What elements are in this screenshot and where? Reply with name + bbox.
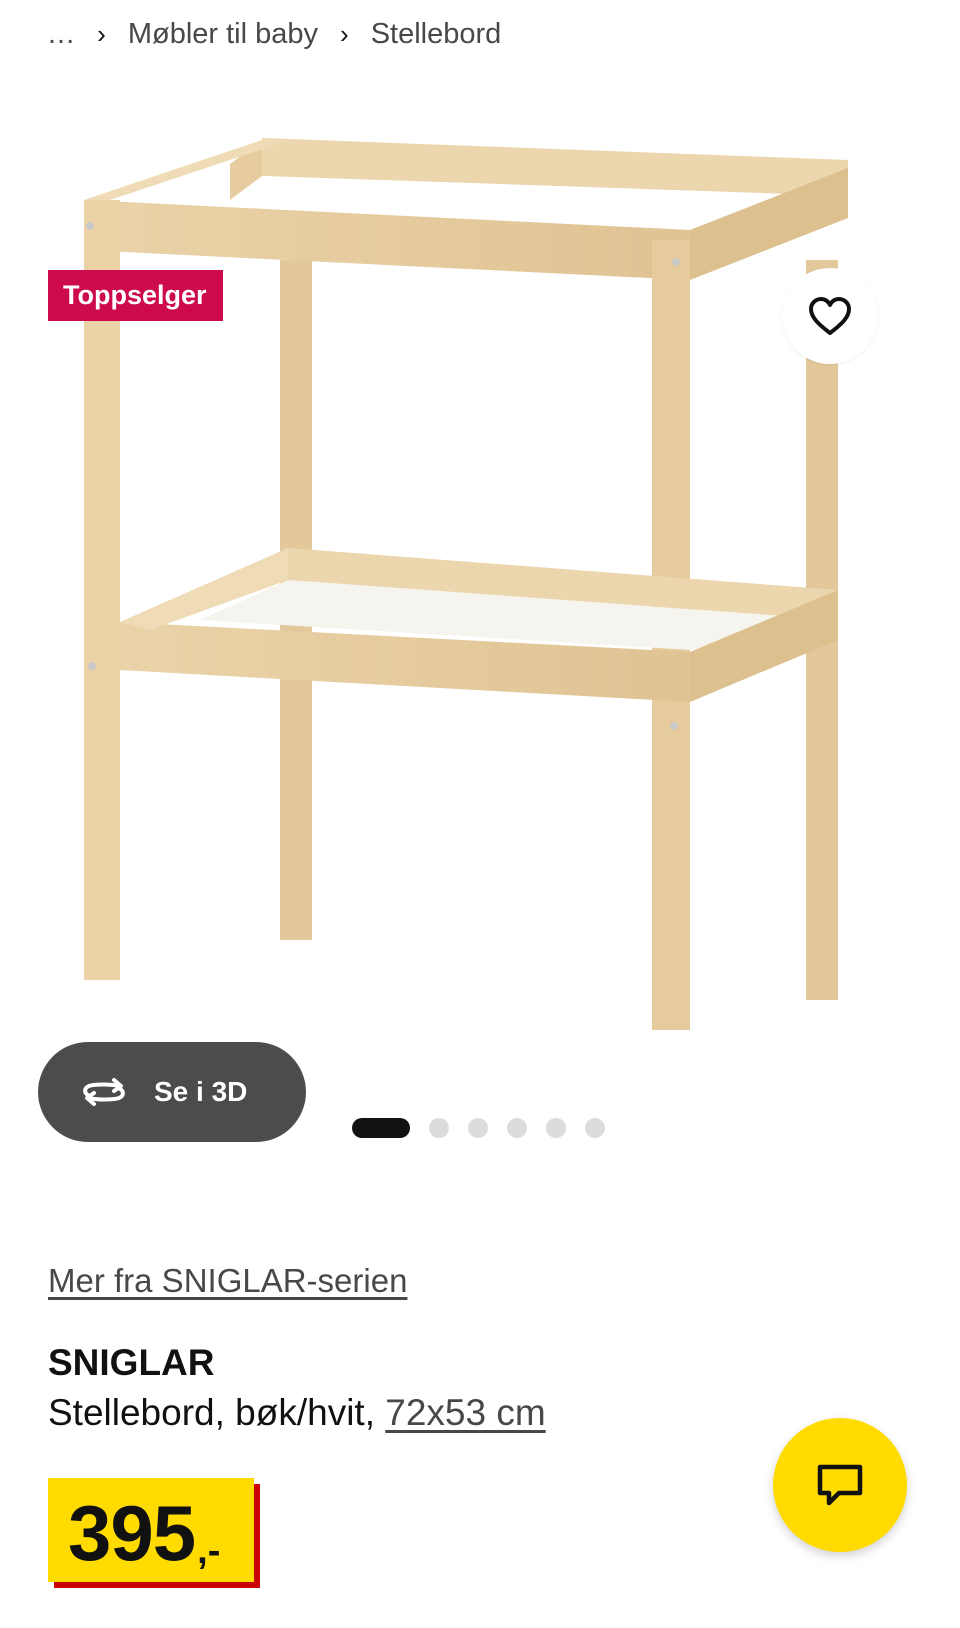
- pagination-dot[interactable]: [468, 1118, 488, 1138]
- image-pagination: [352, 1118, 605, 1138]
- product-name: SNIGLAR: [48, 1342, 215, 1383]
- product-size-link[interactable]: 72x53 cm: [385, 1392, 545, 1433]
- heart-outline-icon: [809, 297, 851, 335]
- favorite-button[interactable]: [782, 268, 878, 364]
- price-suffix: ,-: [197, 1530, 221, 1572]
- pagination-dot[interactable]: [429, 1118, 449, 1138]
- price-integer: 395: [68, 1489, 196, 1577]
- pagination-dot[interactable]: [507, 1118, 527, 1138]
- rotate-arrows-icon: [80, 1075, 128, 1109]
- view-in-3d-label: Se i 3D: [154, 1076, 248, 1107]
- series-link[interactable]: Mer fra SNIGLAR-serien: [48, 1262, 407, 1300]
- price-tag: 395 ,-: [48, 1478, 254, 1582]
- pagination-dot[interactable]: [585, 1118, 605, 1138]
- breadcrumb-item-baby-furniture[interactable]: Møbler til baby: [128, 18, 318, 51]
- chat-bubble-icon: [817, 1464, 863, 1506]
- chevron-right-icon: ›: [340, 19, 349, 49]
- chat-button[interactable]: [773, 1418, 907, 1552]
- product-description: Stellebord, bøk/hvit, 72x53 cm: [48, 1392, 546, 1434]
- top-seller-badge: Toppselger: [48, 270, 223, 321]
- pagination-dot-active[interactable]: [352, 1118, 410, 1138]
- product-image[interactable]: [0, 100, 960, 1080]
- view-in-3d-button[interactable]: Se i 3D: [38, 1042, 306, 1142]
- product-description-text: Stellebord, bøk/hvit,: [48, 1392, 386, 1433]
- breadcrumb-ellipsis[interactable]: ...: [48, 18, 75, 51]
- product-image-gallery[interactable]: Toppselger Se i 3D: [0, 100, 960, 1142]
- pagination-dot[interactable]: [546, 1118, 566, 1138]
- breadcrumb: ... › Møbler til baby › Stellebord: [48, 18, 501, 51]
- breadcrumb-item-changing-table[interactable]: Stellebord: [371, 18, 502, 51]
- chevron-right-icon: ›: [97, 19, 106, 49]
